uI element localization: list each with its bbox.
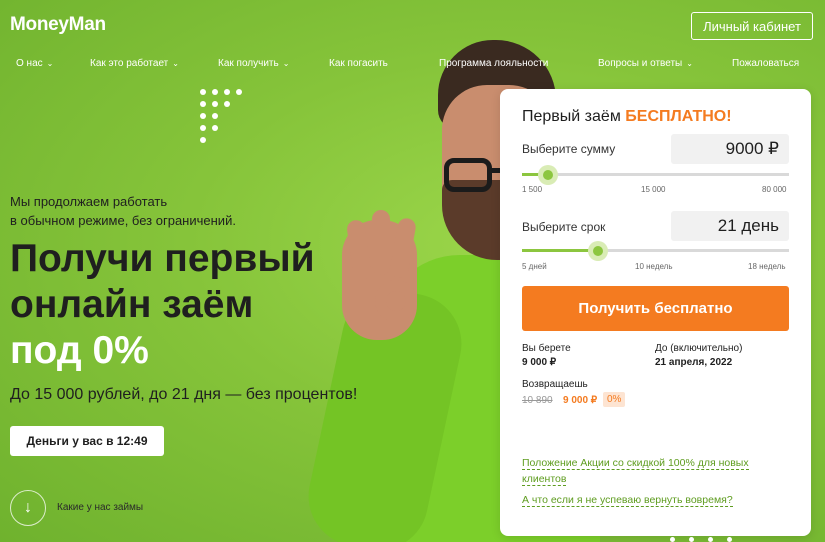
until-label: До (включительно) [655, 343, 743, 354]
hero-subtitle: Мы продолжаем работать в обычном режиме,… [10, 192, 236, 230]
calculator-title: Первый заём БЕСПЛАТНО! [522, 108, 732, 126]
hero-description: До 15 000 рублей, до 21 дня — без процен… [10, 386, 358, 403]
term-tick-min: 5 дней [522, 262, 547, 271]
take-value: 9 000 ₽ [522, 357, 557, 368]
nav-item-label: Программа лояльности [439, 58, 549, 69]
loan-calculator: Первый заём БЕСПЛАТНО! Выберите сумму 90… [500, 89, 811, 536]
nav-item-how-to-get[interactable]: Как получить ⌄ [218, 58, 289, 69]
hero-title-line: под 0% [10, 329, 149, 372]
nav-item-how-it-works[interactable]: Как это работает ⌄ [90, 58, 179, 69]
loans-link[interactable]: Какие у нас займы [57, 502, 143, 513]
pager-dot[interactable] [727, 537, 732, 542]
take-label: Вы берете [522, 343, 571, 354]
brand-dots-icon [200, 89, 260, 149]
promo-terms-text: Положение Акции со скидкой 100% для новы… [522, 457, 749, 486]
chevron-down-icon: ⌄ [46, 59, 54, 68]
nav-item-label: Как это работает [90, 58, 169, 69]
amount-slider-handle[interactable] [537, 165, 558, 185]
nav-item-complaint[interactable]: Пожаловаться [732, 58, 799, 69]
pager-dot[interactable] [670, 537, 675, 542]
amount-slider[interactable] [522, 165, 789, 185]
nav-item-about[interactable]: О нас ⌄ [16, 58, 53, 69]
pager-dot[interactable] [708, 537, 713, 542]
amount-tick-mid: 15 000 [641, 185, 666, 194]
money-time-button[interactable]: Деньги у вас в 12:49 [10, 426, 164, 456]
slide-pager [670, 537, 732, 542]
until-value: 21 апреля, 2022 [655, 357, 733, 368]
nav-item-label: Вопросы и ответы [598, 58, 683, 69]
hero-subtitle-line: Мы продолжаем работать [10, 194, 168, 209]
chevron-down-icon: ⌄ [172, 59, 179, 68]
term-label: Выберите срок [522, 220, 606, 234]
hero-subtitle-line: в обычном режиме, без ограничений. [10, 213, 236, 228]
amount-label: Выберите сумму [522, 142, 616, 156]
amount-tick-min: 1 500 [522, 185, 543, 194]
nav-item-faq[interactable]: Вопросы и ответы ⌄ [598, 58, 693, 69]
late-payment-text: А что если я не успеваю вернуть вовремя? [522, 494, 733, 507]
term-input[interactable]: 21 день [671, 211, 789, 241]
hero-title: Получи первый онлайн заём под 0% [10, 236, 315, 374]
hero-title-line: онлайн заём [10, 283, 254, 326]
late-payment-link[interactable]: А что если я не успеваю вернуть вовремя? [522, 492, 782, 508]
personal-account-button[interactable]: Личный кабинет [691, 12, 813, 40]
nav-item-label: О нас [16, 58, 43, 69]
term-tick-max: 18 недель [748, 262, 786, 271]
nav-item-label: Как погасить [329, 58, 388, 69]
term-slider[interactable] [522, 241, 789, 261]
logo[interactable]: MoneyMan [10, 14, 106, 36]
arrow-down-icon[interactable]: ↓ [10, 490, 46, 526]
amount-tick-max: 80 000 [762, 185, 787, 194]
return-percent-badge: 0% [603, 392, 626, 407]
pager-dot[interactable] [689, 537, 694, 542]
main-nav: О нас ⌄ Как это работает ⌄ Как получить … [0, 58, 825, 72]
chevron-down-icon: ⌄ [282, 59, 290, 68]
calculator-title-text: Первый заём [522, 108, 621, 125]
return-old-value: 10 890 [522, 395, 553, 406]
calculator-title-accent: БЕСПЛАТНО! [625, 108, 732, 125]
amount-input[interactable]: 9000 ₽ [671, 134, 789, 164]
term-slider-handle[interactable] [587, 241, 608, 261]
hero-title-line: Получи первый [10, 237, 315, 280]
get-free-button[interactable]: Получить бесплатно [522, 286, 789, 331]
promo-terms-link[interactable]: Положение Акции со скидкой 100% для новы… [522, 455, 782, 487]
return-label: Возвращаешь [522, 379, 588, 390]
term-slider-fill [522, 249, 598, 252]
nav-item-label: Как получить [218, 58, 279, 69]
chevron-down-icon: ⌄ [686, 59, 693, 68]
return-new-value: 9 000 ₽ [563, 395, 598, 406]
nav-item-label: Пожаловаться [732, 58, 800, 69]
nav-item-how-to-repay[interactable]: Как погасить [329, 58, 388, 69]
term-tick-mid: 10 недель [635, 262, 673, 271]
nav-item-loyalty[interactable]: Программа лояльности [439, 58, 548, 69]
